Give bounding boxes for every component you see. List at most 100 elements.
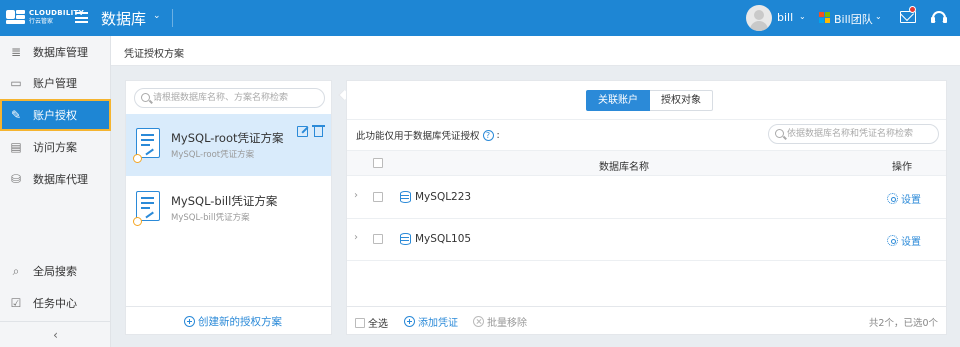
create-scheme-button[interactable]: 创建新的授权方案 xyxy=(184,314,282,329)
hint-suffix: : xyxy=(496,129,500,141)
sidebar-item-access-scheme[interactable]: ▤ 访问方案 xyxy=(0,131,111,163)
table-header: 数据库名称 操作 xyxy=(347,150,946,176)
hint-text: 此功能仅用于数据库凭证授权 xyxy=(356,131,480,142)
user-name[interactable]: bill xyxy=(777,11,793,24)
scheme-description: MySQL-root凭证方案 xyxy=(171,150,255,160)
chevron-down-icon[interactable]: ⌄ xyxy=(153,11,161,21)
database-name: MySQL223 xyxy=(415,191,472,203)
task-icon: ☑ xyxy=(10,296,22,310)
cloud-logo-icon xyxy=(6,8,26,26)
document-icon: ▤ xyxy=(10,140,22,154)
database-search-box[interactable] xyxy=(768,124,939,144)
tab-authorized-objects[interactable]: 授权对象 xyxy=(650,90,713,111)
authorize-icon: ✎ xyxy=(10,108,22,122)
notification-dot xyxy=(909,6,916,13)
plus-circle-icon xyxy=(184,316,195,327)
database-name: MySQL105 xyxy=(415,233,472,245)
row-checkbox[interactable] xyxy=(373,234,383,244)
headset-icon[interactable] xyxy=(931,11,947,25)
scheme-description: MySQL-bill凭证方案 xyxy=(171,213,250,223)
database-search-input[interactable] xyxy=(787,127,935,141)
bulk-remove-button[interactable]: 批量移除 xyxy=(473,314,527,329)
add-credential-button[interactable]: 添加凭证 xyxy=(404,314,458,329)
plus-circle-icon xyxy=(404,316,415,327)
avatar[interactable] xyxy=(746,5,772,31)
sidebar-item-label: 任务中心 xyxy=(33,297,77,310)
sidebar-item-account-authorization[interactable]: ✎ 账户授权 xyxy=(0,99,111,131)
remove-circle-icon xyxy=(473,316,484,327)
database-icon: ≣ xyxy=(10,45,22,59)
select-all-checkbox[interactable]: 全选 xyxy=(355,315,388,330)
database-proxy-icon: ⛁ xyxy=(10,172,22,186)
create-scheme-label: 创建新的授权方案 xyxy=(198,316,282,328)
sidebar-item-account-management[interactable]: ▭ 账户管理 xyxy=(0,67,111,99)
column-header-operation: 操作 xyxy=(892,162,912,173)
app-logo[interactable]: CLOUDBILITY 行云管家 xyxy=(6,8,84,26)
id-card-icon: ▭ xyxy=(10,76,22,90)
gear-icon xyxy=(887,235,898,246)
settings-label: 设置 xyxy=(901,195,921,206)
table-footer: 全选 添加凭证 批量移除 共2个，已选0个 xyxy=(347,306,946,334)
table-row: › MySQL223 设置 xyxy=(347,177,946,219)
scheme-list-panel: MySQL-root凭证方案 MySQL-root凭证方案 MySQL-bill… xyxy=(125,80,332,335)
team-icon xyxy=(819,12,830,23)
bulk-remove-label: 批量移除 xyxy=(487,318,527,329)
header-checkbox[interactable] xyxy=(373,158,383,168)
row-checkbox[interactable] xyxy=(373,192,383,202)
sidebar-item-global-search[interactable]: ⌕ 全局搜索 xyxy=(0,255,111,287)
divider xyxy=(347,119,946,120)
scheme-item[interactable]: MySQL-bill凭证方案 MySQL-bill凭证方案 xyxy=(126,177,331,239)
settings-button[interactable]: 设置 xyxy=(887,191,921,206)
settings-label: 设置 xyxy=(901,237,921,248)
status-dot-icon xyxy=(133,154,142,163)
chevron-down-icon[interactable]: ⌄ xyxy=(875,12,882,21)
table-row: › MySQL105 设置 xyxy=(347,219,946,261)
function-hint: 此功能仅用于数据库凭证授权 ? : xyxy=(356,128,500,142)
search-icon xyxy=(141,93,150,102)
scheme-name: MySQL-root凭证方案 xyxy=(171,131,284,145)
sidebar-item-task-center[interactable]: ☑ 任务中心 xyxy=(0,287,111,319)
database-icon xyxy=(400,233,411,245)
select-all-label: 全选 xyxy=(368,319,388,330)
trash-icon[interactable] xyxy=(312,125,325,137)
expand-chevron-icon[interactable]: › xyxy=(354,232,358,243)
scheme-search-input[interactable] xyxy=(153,91,321,105)
menu-icon[interactable] xyxy=(75,12,88,23)
sidebar-item-label: 账户授权 xyxy=(33,109,77,122)
settings-button[interactable]: 设置 xyxy=(887,233,921,248)
sidebar-item-label: 账户管理 xyxy=(33,77,77,90)
credential-doc-icon xyxy=(136,128,160,158)
edit-icon[interactable] xyxy=(297,126,308,137)
database-icon xyxy=(400,191,411,203)
sidebar-item-label: 访问方案 xyxy=(33,141,77,154)
checkbox-box xyxy=(355,317,365,328)
page-title: 凭证授权方案 xyxy=(124,49,184,60)
scheme-item[interactable]: MySQL-root凭证方案 MySQL-root凭证方案 xyxy=(126,114,331,176)
sidebar: ≣ 数据库管理 ▭ 账户管理 ✎ 账户授权 ▤ 访问方案 ⛁ 数据库代理 ⌕ 全… xyxy=(0,36,111,347)
sidebar-collapse-button[interactable]: ‹ xyxy=(0,321,111,347)
sidebar-item-database-management[interactable]: ≣ 数据库管理 xyxy=(0,36,111,68)
credential-doc-icon xyxy=(136,191,160,221)
app-title[interactable]: 数据库 xyxy=(101,8,146,29)
scheme-name: MySQL-bill凭证方案 xyxy=(171,194,278,208)
add-credential-label: 添加凭证 xyxy=(418,318,458,329)
sidebar-item-label: 全局搜索 xyxy=(33,265,77,278)
scheme-search-box[interactable] xyxy=(134,88,325,108)
team-name[interactable]: Bill团队 xyxy=(834,11,873,27)
tab-group: 关联账户 授权对象 xyxy=(586,90,713,111)
selection-count: 共2个，已选0个 xyxy=(868,318,938,329)
page-header: 凭证授权方案 xyxy=(111,36,960,66)
sidebar-item-database-proxy[interactable]: ⛁ 数据库代理 xyxy=(0,163,111,195)
expand-chevron-icon[interactable]: › xyxy=(354,190,358,201)
column-header-db-name: 数据库名称 xyxy=(599,162,649,173)
divider xyxy=(172,9,173,27)
status-dot-icon xyxy=(133,217,142,226)
tab-linked-accounts[interactable]: 关联账户 xyxy=(586,90,650,111)
search-icon xyxy=(775,129,784,138)
top-bar: CLOUDBILITY 行云管家 数据库 ⌄ bill ⌄ Bill团队 ⌄ xyxy=(0,0,960,36)
chevron-down-icon[interactable]: ⌄ xyxy=(799,12,806,21)
sidebar-item-label: 数据库管理 xyxy=(33,46,88,59)
help-icon[interactable]: ? xyxy=(482,129,494,141)
scheme-list-footer: 创建新的授权方案 xyxy=(126,306,331,334)
sidebar-item-label: 数据库代理 xyxy=(33,173,88,186)
